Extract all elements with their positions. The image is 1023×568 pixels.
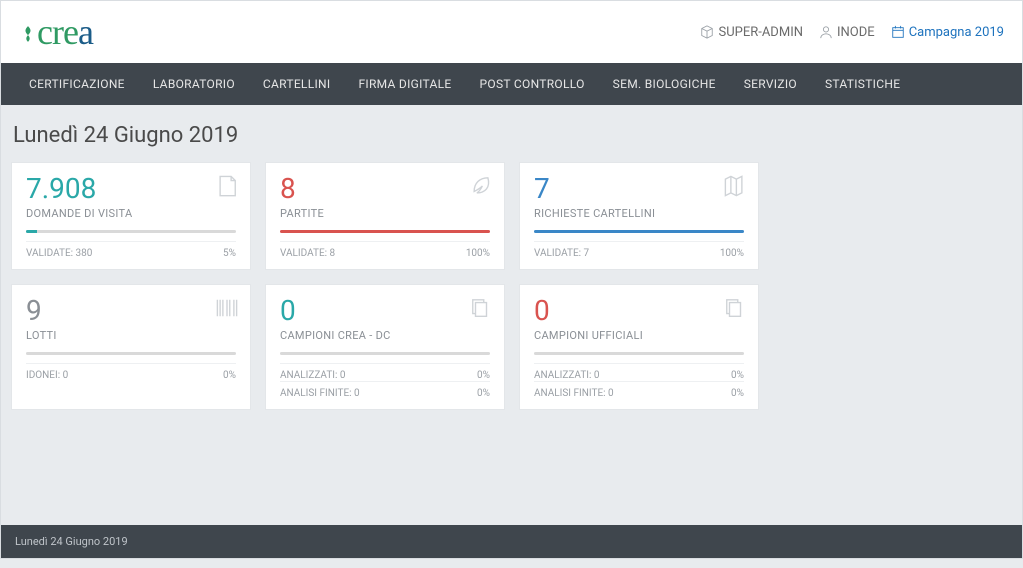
nav-cartellini[interactable]: CARTELLINI bbox=[249, 63, 345, 105]
card-campioni-crea-dc[interactable]: 0 CAMPIONI CREA - DC ANALIZZATI: 00%ANALIS… bbox=[265, 284, 505, 410]
card-value: 0 bbox=[534, 297, 744, 325]
card-title: DOMANDE DI VISITA bbox=[26, 207, 236, 220]
card-domande-visita[interactable]: 7.908 DOMANDE DI VISITA VALIDATE: 3805% bbox=[11, 162, 251, 270]
card-progress bbox=[534, 230, 744, 233]
user-indicator[interactable]: INODE bbox=[819, 25, 875, 40]
card-stat-row: ANALIZZATI: 00% bbox=[534, 363, 744, 381]
card-stat-row: ANALISI FINITE: 00% bbox=[534, 381, 744, 399]
card-title: LOTTI bbox=[26, 329, 236, 342]
card-partite[interactable]: 8 PARTITE VALIDATE: 8100% bbox=[265, 162, 505, 270]
card-stat-row: VALIDATE: 8100% bbox=[280, 241, 490, 259]
document-icon bbox=[216, 175, 238, 201]
card-value: 7.908 bbox=[26, 175, 236, 203]
top-right-info: SUPER-ADMIN INODE Campagna 2019 bbox=[700, 25, 1004, 40]
card-stat-row: IDONEI: 00% bbox=[26, 363, 236, 381]
calendar-icon bbox=[891, 25, 905, 39]
card-value: 7 bbox=[534, 175, 744, 203]
footer-date: Lunedì 24 Giugno 2019 bbox=[15, 535, 128, 548]
card-progress bbox=[534, 352, 744, 355]
card-title: RICHIESTE CARTELLINI bbox=[534, 207, 744, 220]
main-nav: CERTIFICAZIONELABORATORIOCARTELLINIFIRMA… bbox=[1, 63, 1022, 105]
nav-servizio[interactable]: SERVIZIO bbox=[730, 63, 811, 105]
user-icon bbox=[819, 25, 833, 39]
card-value: 8 bbox=[280, 175, 490, 203]
nav-laboratorio[interactable]: LABORATORIO bbox=[139, 63, 249, 105]
card-value: 9 bbox=[26, 297, 236, 325]
role-indicator: SUPER-ADMIN bbox=[700, 25, 803, 40]
card-progress bbox=[280, 352, 490, 355]
logo[interactable]: crea bbox=[19, 11, 93, 53]
card-campioni-ufficiali[interactable]: 0 CAMPIONI UFFICIALI ANALIZZATI: 00%ANALIS… bbox=[519, 284, 759, 410]
card-progress bbox=[26, 230, 236, 233]
nav-sem-biologiche[interactable]: SEM. BIOLOGICHE bbox=[599, 63, 730, 105]
card-lotti[interactable]: 9 LOTTI IDONEI: 00% bbox=[11, 284, 251, 410]
nav-certificazione[interactable]: CERTIFICAZIONE bbox=[15, 63, 139, 105]
barcode-icon bbox=[216, 297, 238, 323]
card-stat-row: VALIDATE: 7100% bbox=[534, 241, 744, 259]
logo-mark-icon bbox=[19, 20, 37, 48]
card-richieste-cartellini[interactable]: 7 RICHIESTE CARTELLINI VALIDATE: 7100% bbox=[519, 162, 759, 270]
card-stat-row: ANALIZZATI: 00% bbox=[280, 363, 490, 381]
card-title: PARTITE bbox=[280, 207, 490, 220]
page-title: Lunedì 24 Giugno 2019 bbox=[13, 123, 1010, 148]
nav-firma-digitale[interactable]: FIRMA DIGITALE bbox=[344, 63, 465, 105]
card-title: CAMPIONI CREA - DC bbox=[280, 329, 490, 342]
card-title: CAMPIONI UFFICIALI bbox=[534, 329, 744, 342]
card-stat-row: ANALISI FINITE: 00% bbox=[280, 381, 490, 399]
nav-post-controllo[interactable]: POST CONTROLLO bbox=[466, 63, 599, 105]
card-value: 0 bbox=[280, 297, 490, 325]
nav-statistiche[interactable]: STATISTICHE bbox=[811, 63, 914, 105]
card-progress bbox=[26, 352, 236, 355]
campaign-selector[interactable]: Campagna 2019 bbox=[891, 25, 1004, 40]
card-progress bbox=[280, 230, 490, 233]
copy-icon bbox=[724, 297, 746, 323]
dashboard-cards: 7.908 DOMANDE DI VISITA VALIDATE: 3805% 8 PA… bbox=[11, 162, 1012, 410]
copy-icon bbox=[470, 297, 492, 323]
topbar: crea SUPER-ADMIN INODE Campagna 2019 bbox=[1, 1, 1022, 63]
map-icon bbox=[724, 175, 746, 201]
leaf-icon bbox=[470, 175, 492, 201]
card-stat-row: VALIDATE: 3805% bbox=[26, 241, 236, 259]
footer: Lunedì 24 Giugno 2019 bbox=[1, 525, 1022, 558]
cube-icon bbox=[700, 25, 714, 39]
